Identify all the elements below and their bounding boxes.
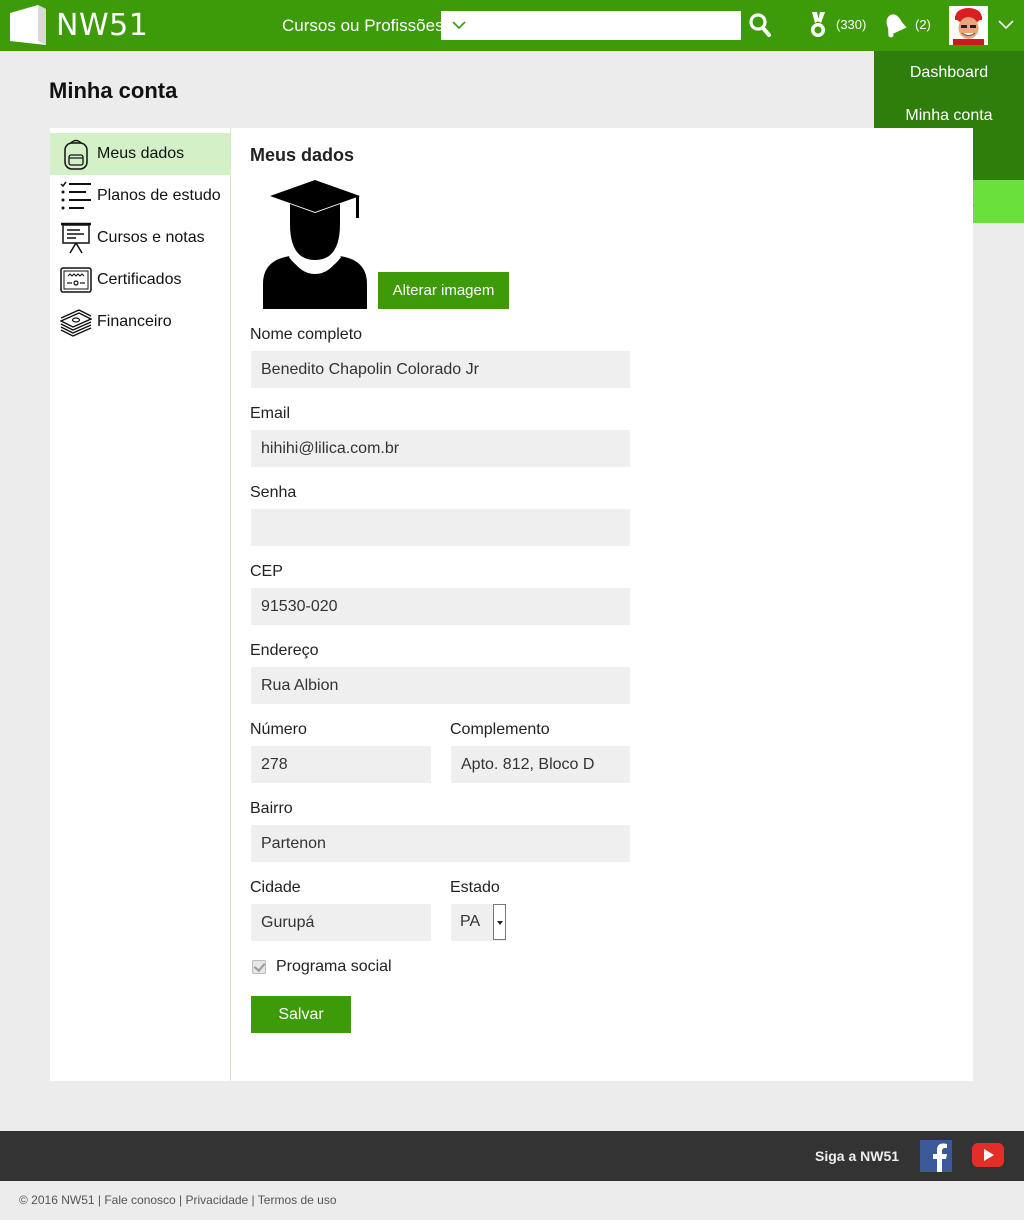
sidebar-item-label: Meus dados [97, 145, 185, 162]
complemento-label: Complemento [450, 721, 550, 738]
sidebar-item-cursos-e-notas[interactable]: Cursos e notas [50, 217, 230, 259]
follow-text: Siga a NW51 [815, 1148, 900, 1164]
section-title: Meus dados [250, 145, 355, 165]
complemento-field[interactable] [451, 746, 630, 783]
copyright-line: © 2016 NW51 | Fale conosco | Privacidade… [19, 1193, 337, 1207]
sidebar-item-label: Planos de estudo [97, 187, 221, 204]
footer-links-bar: © 2016 NW51 | Fale conosco | Privacidade… [0, 1181, 1024, 1220]
endereco-label: Endereço [250, 642, 319, 659]
sidebar-item-label: Financeiro [97, 313, 172, 330]
sidebar-item-label: Cursos e notas [97, 229, 205, 246]
sidebar-item-label: Certificados [97, 271, 182, 288]
top-navigation-bar: NW51 Cursos ou Profissões (330) (2) [0, 0, 1024, 51]
bairro-label: Bairro [250, 800, 293, 817]
save-button[interactable]: Salvar [251, 996, 351, 1033]
logo[interactable]: NW51 [10, 5, 148, 45]
checklist-icon [59, 179, 93, 213]
endereco-field[interactable] [251, 667, 630, 704]
estado-select[interactable]: PA [451, 904, 506, 941]
chevron-down-icon[interactable] [451, 17, 467, 33]
graduate-avatar-icon [263, 180, 367, 309]
sidebar-item-certificados[interactable]: Certificados [50, 259, 230, 301]
logo-text: NW51 [56, 7, 149, 43]
sidebar-item-financeiro[interactable]: Financeiro [50, 301, 230, 343]
menu-item-dashboard[interactable]: Dashboard [874, 51, 1024, 94]
sidebar-item-meus-dados[interactable]: Meus dados [50, 133, 230, 175]
youtube-icon[interactable] [972, 1143, 1004, 1167]
estado-value: PA [460, 913, 481, 930]
nome-completo-field[interactable] [251, 351, 630, 388]
bairro-field[interactable] [251, 825, 630, 862]
money-stack-icon [59, 305, 93, 339]
account-panel: Meus dados Planos de estudo Cursos e not… [50, 128, 973, 1081]
cidade-field[interactable] [251, 904, 431, 941]
select-arrow-icon[interactable] [493, 904, 506, 940]
medal-icon[interactable] [808, 12, 828, 38]
senha-label: Senha [250, 484, 297, 501]
cep-label: CEP [250, 563, 283, 580]
email-label: Email [250, 405, 291, 422]
programa-social-checkbox[interactable] [252, 960, 266, 974]
nome-label: Nome completo [250, 326, 363, 343]
programa-social-label: Programa social [276, 958, 392, 975]
facebook-icon[interactable] [920, 1140, 952, 1172]
page-title: Minha conta [49, 78, 178, 103]
chevron-down-icon[interactable] [997, 18, 1015, 32]
medal-count: (330) [836, 17, 867, 32]
cep-field[interactable] [251, 588, 630, 625]
senha-field[interactable] [251, 509, 630, 546]
sidebar: Meus dados Planos de estudo Cursos e not… [50, 128, 231, 1081]
backpack-icon [59, 137, 93, 171]
cidade-label: Cidade [250, 879, 301, 896]
estado-label: Estado [450, 879, 500, 896]
user-avatar-icon [949, 6, 988, 45]
footer-social-bar: Siga a NW51 [0, 1131, 1024, 1181]
search-label: Cursos ou Profissões [282, 16, 444, 35]
footer-link-termos-de-uso[interactable]: Termos de uso [258, 1193, 337, 1207]
numero-label: Número [250, 721, 307, 738]
presentation-icon [59, 221, 93, 255]
copyright-text: © 2016 NW51 [19, 1193, 95, 1207]
alter-image-button[interactable]: Alterar imagem [378, 272, 509, 309]
notification-count: (2) [915, 17, 931, 32]
search-icon[interactable] [749, 13, 771, 37]
email-field[interactable] [251, 430, 630, 467]
sidebar-item-planos-de-estudo[interactable]: Planos de estudo [50, 175, 230, 217]
logo-mark-icon [10, 5, 46, 45]
avatar[interactable] [949, 6, 988, 45]
footer-link-fale-conosco[interactable]: Fale conosco [104, 1193, 175, 1207]
footer-link-privacidade[interactable]: Privacidade [186, 1193, 249, 1207]
numero-field[interactable] [251, 746, 431, 783]
search-input[interactable] [441, 11, 741, 40]
bell-icon[interactable] [883, 12, 907, 38]
certificate-icon [59, 263, 93, 297]
